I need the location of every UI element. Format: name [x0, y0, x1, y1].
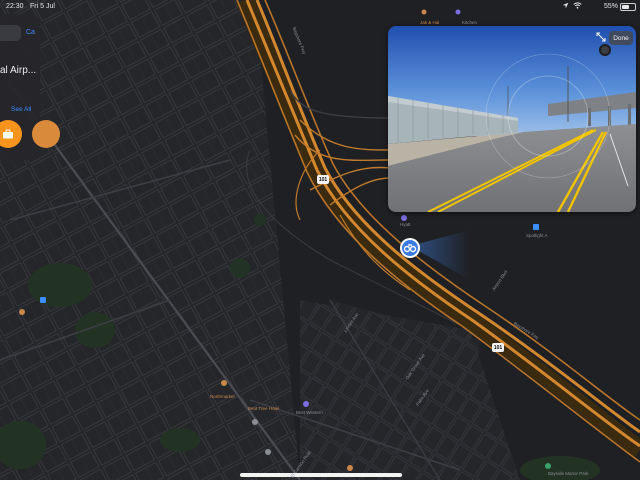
category-button-more[interactable] [32, 120, 60, 148]
poi-label[interactable]: Northmarker [210, 394, 235, 399]
status-date: Fri 5 Jul [30, 3, 55, 10]
battery-icon [620, 3, 636, 11]
see-all-link[interactable]: See All [11, 106, 31, 113]
expand-arrows-icon [596, 32, 606, 42]
briefcase-icon [3, 129, 13, 139]
location-arrow-icon [562, 2, 569, 9]
search-results-sidebar: Ca al Airp... See All [0, 14, 60, 160]
poi-label[interactable]: Jak & Hal [420, 20, 439, 25]
maps-screen: 22:30 Fri 5 Jul 55% Ca al Airp... See Al… [0, 0, 640, 480]
current-location-marker[interactable] [398, 236, 422, 260]
cancel-button[interactable]: Ca [26, 29, 35, 36]
poi-label[interactable]: Spotlight A [526, 233, 548, 238]
search-field[interactable] [0, 25, 21, 41]
category-button-briefcase[interactable] [0, 120, 22, 148]
park-area [28, 263, 92, 307]
look-around-binoculars-icon [400, 238, 420, 258]
poi-label[interactable]: Bayside Manor Park [548, 471, 589, 476]
home-indicator[interactable] [240, 473, 402, 477]
result-title[interactable]: al Airp... [0, 65, 40, 76]
pointer-dot-icon [599, 44, 611, 56]
poi-label[interactable]: Bent Tree Hotel [248, 406, 279, 411]
status-bar: 22:30 Fri 5 Jul 55% [0, 0, 640, 14]
route-shield-101: 101 [492, 343, 504, 352]
look-around-viewer[interactable]: Done [388, 26, 636, 212]
wifi-icon [573, 2, 582, 9]
battery-percent: 55% [603, 3, 618, 10]
poi-label[interactable]: Kitchen [462, 20, 477, 25]
poi-label[interactable]: Best Western [296, 410, 323, 415]
status-time: 22:30 [6, 3, 24, 10]
poi-label[interactable]: Hyatt [400, 222, 411, 227]
route-shield-101: 101 [317, 175, 329, 184]
done-button[interactable]: Done [609, 31, 633, 45]
